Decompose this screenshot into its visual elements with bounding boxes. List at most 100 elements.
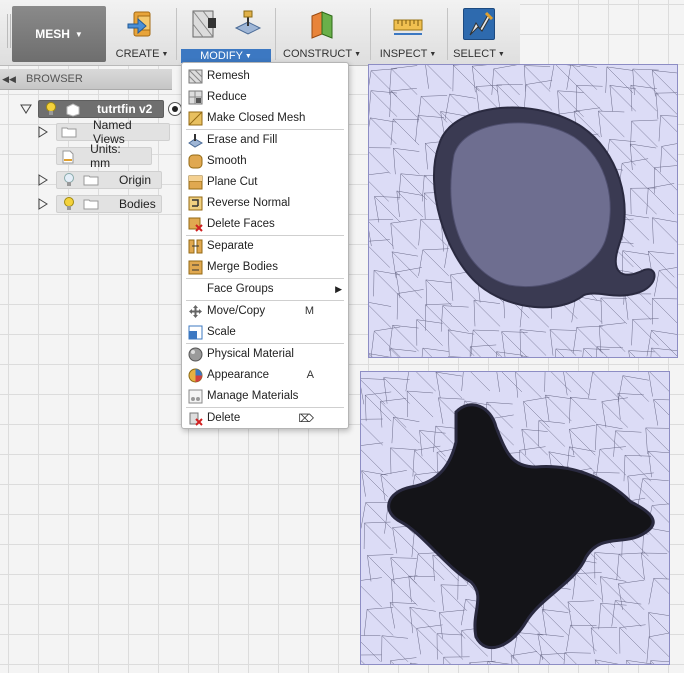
menu-item-reduce[interactable]: Reduce bbox=[182, 87, 348, 107]
modify-remesh-icon[interactable] bbox=[188, 8, 220, 40]
origin-label: Origin bbox=[119, 173, 152, 187]
menu-item-reverse-normal[interactable]: Reverse Normal bbox=[182, 193, 348, 213]
menu-item-delete-faces[interactable]: Delete Faces bbox=[182, 214, 348, 234]
menu-item-erase-and-fill[interactable]: Erase and Fill bbox=[182, 130, 348, 150]
separate-icon bbox=[188, 239, 203, 254]
toolbar-separator bbox=[176, 8, 177, 60]
create-mesh-icon[interactable] bbox=[126, 8, 158, 40]
blank-icon bbox=[188, 282, 203, 297]
bodies-label: Bodies bbox=[119, 197, 156, 211]
smooth-icon bbox=[188, 154, 203, 169]
main-toolbar: MESH ▼ CREATE ▼ MODIFY ▼ CONSTRUCT ▼ INS… bbox=[0, 0, 520, 66]
move-icon bbox=[188, 304, 203, 319]
menu-item-remesh[interactable]: Remesh bbox=[182, 66, 348, 86]
browser-root-row[interactable]: tutrtfin v2 bbox=[20, 99, 182, 119]
collapse-panel-icon[interactable]: ◀◀ bbox=[0, 74, 18, 85]
reduce-icon bbox=[188, 90, 203, 105]
menu-item-face-groups[interactable]: Face Groups ▶ bbox=[182, 279, 348, 299]
merge-bodies-label: Merge Bodies bbox=[207, 261, 278, 273]
create-group[interactable]: CREATE ▼ bbox=[110, 4, 174, 64]
menu-item-smooth[interactable]: Smooth bbox=[182, 151, 348, 171]
expand-triangle-icon[interactable] bbox=[38, 198, 48, 210]
menu-item-physical-material[interactable]: Physical Material bbox=[182, 344, 348, 364]
erase-and-fill-label: Erase and Fill bbox=[207, 134, 278, 146]
bodies-node[interactable]: Bodies bbox=[56, 195, 162, 213]
root-component[interactable]: tutrtfin v2 bbox=[38, 100, 164, 118]
menu-item-move-copy[interactable]: Move/Copy M bbox=[182, 301, 348, 321]
chevron-down-icon: ▼ bbox=[74, 29, 83, 39]
menu-item-plane-cut[interactable]: Plane Cut bbox=[182, 172, 348, 192]
reduce-label: Reduce bbox=[207, 91, 247, 103]
mesh-viewport-top[interactable] bbox=[368, 64, 678, 358]
manage-materials-icon bbox=[188, 389, 203, 404]
mesh-viewport-bottom[interactable] bbox=[360, 371, 670, 665]
menu-item-delete[interactable]: Delete ⌦ bbox=[182, 408, 348, 428]
visibility-bulb-off-icon[interactable] bbox=[63, 173, 75, 187]
modify-label: MODIFY bbox=[200, 50, 243, 62]
modify-group[interactable]: MODIFY ▼ bbox=[178, 4, 274, 64]
physical-material-icon bbox=[188, 347, 203, 362]
expand-triangle-icon[interactable] bbox=[20, 104, 32, 114]
folder-icon bbox=[83, 174, 99, 186]
select-label: SELECT bbox=[453, 48, 496, 60]
face-groups-label: Face Groups bbox=[207, 283, 274, 295]
menu-item-appearance[interactable]: Appearance A bbox=[182, 365, 348, 385]
select-icon[interactable] bbox=[463, 8, 495, 40]
scale-label: Scale bbox=[207, 326, 236, 338]
browser-header[interactable]: ◀◀ BROWSER bbox=[0, 69, 172, 90]
merge-bodies-icon bbox=[188, 260, 203, 275]
workspace-label: MESH bbox=[35, 27, 70, 41]
submenu-arrow-icon: ▶ bbox=[335, 283, 342, 294]
visibility-bulb-icon[interactable] bbox=[45, 102, 57, 116]
toolbar-separator bbox=[275, 8, 276, 60]
construct-plane-icon[interactable] bbox=[306, 8, 338, 40]
shell-top bbox=[450, 122, 611, 288]
folder-icon bbox=[61, 126, 77, 138]
smooth-label: Smooth bbox=[207, 155, 247, 167]
units-node[interactable]: Units: mm bbox=[56, 142, 152, 170]
plane-cut-label: Plane Cut bbox=[207, 176, 258, 188]
menu-item-separate[interactable]: Separate bbox=[182, 236, 348, 256]
modify-plane-icon[interactable] bbox=[232, 8, 264, 40]
measure-icon[interactable] bbox=[392, 8, 424, 40]
units-label: Units: mm bbox=[90, 142, 121, 170]
browser-item-named-views[interactable]: Named Views bbox=[38, 118, 170, 146]
construct-group[interactable]: CONSTRUCT ▼ bbox=[277, 4, 367, 64]
document-settings-icon bbox=[61, 150, 76, 164]
browser-item-origin[interactable]: Origin bbox=[38, 170, 162, 190]
delete-faces-label: Delete Faces bbox=[207, 218, 275, 230]
plane-cut-icon bbox=[188, 175, 203, 190]
separate-label: Separate bbox=[207, 240, 254, 252]
browser-item-bodies[interactable]: Bodies bbox=[38, 194, 162, 214]
expand-triangle-icon[interactable] bbox=[38, 174, 48, 186]
origin-node[interactable]: Origin bbox=[56, 171, 162, 189]
visibility-bulb-icon[interactable] bbox=[63, 197, 75, 211]
folder-icon bbox=[83, 198, 99, 210]
inspect-label: INSPECT bbox=[379, 48, 428, 60]
activate-radio-icon[interactable] bbox=[168, 102, 182, 116]
expand-triangle-icon[interactable] bbox=[38, 126, 48, 138]
select-group[interactable]: SELECT ▼ bbox=[449, 4, 509, 64]
menu-item-manage-materials[interactable]: Manage Materials bbox=[182, 386, 348, 406]
toolbar-grip[interactable] bbox=[7, 14, 11, 48]
workspace-switcher[interactable]: MESH ▼ bbox=[12, 6, 106, 62]
turtle-shell-mesh bbox=[369, 65, 677, 357]
make-closed-mesh-label: Make Closed Mesh bbox=[207, 112, 306, 124]
toolbar-separator bbox=[370, 8, 371, 60]
browser-item-units[interactable]: Units: mm bbox=[56, 142, 152, 170]
appearance-label: Appearance bbox=[207, 369, 270, 381]
appearance-shortcut: A bbox=[306, 369, 314, 381]
construct-label: CONSTRUCT bbox=[283, 48, 353, 60]
delete-icon bbox=[188, 411, 203, 426]
manage-materials-label: Manage Materials bbox=[207, 390, 299, 402]
inspect-group[interactable]: INSPECT ▼ bbox=[372, 4, 444, 64]
menu-item-merge-bodies[interactable]: Merge Bodies bbox=[182, 257, 348, 277]
menu-item-make-closed-mesh[interactable]: Make Closed Mesh bbox=[182, 108, 348, 128]
delete-label: Delete bbox=[207, 412, 241, 424]
menu-item-scale[interactable]: Scale bbox=[182, 322, 348, 342]
appearance-icon bbox=[188, 368, 203, 383]
modify-dropdown-menu: Remesh Reduce Make Closed Mesh Erase and… bbox=[181, 62, 349, 429]
make-closed-mesh-icon bbox=[188, 111, 203, 126]
named-views-node[interactable]: Named Views bbox=[56, 118, 170, 146]
erase-and-fill-icon bbox=[188, 133, 204, 148]
